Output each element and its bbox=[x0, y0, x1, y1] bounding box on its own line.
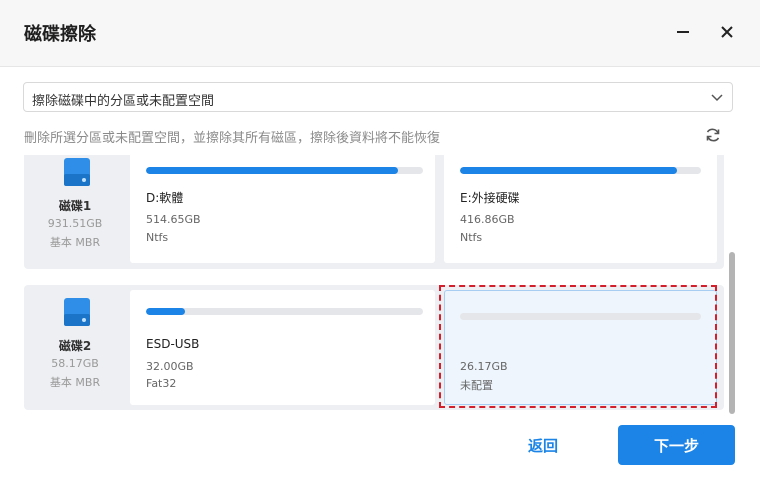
disk-name: 磁碟1 bbox=[58, 199, 92, 213]
minimize-button[interactable] bbox=[669, 18, 697, 46]
partition-fs: Fat32 bbox=[146, 377, 177, 390]
usage-fill bbox=[460, 167, 677, 174]
unallocated-card-selected[interactable]: 26.17GB 未配置 bbox=[444, 290, 717, 405]
usage-bar bbox=[460, 167, 701, 174]
chevron-down-icon bbox=[711, 94, 723, 102]
disk-row-2: 磁碟2 58.17GB 基本 MBR ESD-USB 32.00GB Fat32… bbox=[24, 285, 724, 410]
scrollbar-thumb[interactable] bbox=[729, 252, 735, 414]
wipe-mode-select[interactable]: 擦除磁碟中的分區或未配置空間 bbox=[23, 82, 733, 112]
disk-size: 931.51GB bbox=[47, 217, 103, 230]
partition-label: ESD-USB bbox=[146, 337, 200, 351]
usage-bar bbox=[146, 308, 423, 315]
disk-type: 基本 MBR bbox=[49, 376, 101, 389]
disk-row-1: 磁碟1 931.51GB 基本 MBR D:軟體 514.65GB Ntfs E… bbox=[24, 155, 724, 269]
partition-size: 416.86GB bbox=[460, 213, 515, 226]
disk-info: 磁碟1 931.51GB 基本 MBR bbox=[24, 155, 126, 269]
usage-bar bbox=[460, 313, 701, 320]
usage-fill bbox=[146, 308, 185, 315]
back-button[interactable]: 返回 bbox=[503, 427, 583, 463]
disk-size: 58.17GB bbox=[51, 357, 99, 370]
wipe-mode-value: 擦除磁碟中的分區或未配置空間 bbox=[32, 94, 215, 109]
next-button[interactable]: 下一步 bbox=[618, 425, 735, 465]
partition-label: D:軟體 bbox=[146, 191, 184, 205]
partition-size: 32.00GB bbox=[146, 360, 194, 373]
partition-fs: Ntfs bbox=[460, 231, 483, 244]
partition-card[interactable]: D:軟體 514.65GB Ntfs bbox=[130, 155, 435, 263]
close-icon bbox=[721, 26, 733, 38]
disk-info: 磁碟2 58.17GB 基本 MBR bbox=[24, 285, 126, 410]
partition-card[interactable]: ESD-USB 32.00GB Fat32 bbox=[130, 290, 435, 405]
partition-fs: 未配置 bbox=[460, 379, 493, 392]
disk-name: 磁碟2 bbox=[58, 339, 92, 353]
partition-fs: Ntfs bbox=[146, 231, 169, 244]
disk-list: 磁碟1 931.51GB 基本 MBR D:軟體 514.65GB Ntfs E… bbox=[24, 155, 724, 415]
disk-type: 基本 MBR bbox=[49, 236, 101, 249]
minimize-icon bbox=[677, 31, 689, 33]
disk-icon bbox=[64, 158, 90, 186]
partition-card[interactable]: E:外接硬碟 416.86GB Ntfs bbox=[444, 155, 717, 263]
title-bar: 磁碟擦除 bbox=[0, 0, 760, 66]
refresh-icon[interactable] bbox=[704, 126, 722, 144]
close-button[interactable] bbox=[713, 18, 741, 46]
partition-size: 514.65GB bbox=[146, 213, 201, 226]
partition-label: E:外接硬碟 bbox=[460, 191, 520, 205]
usage-bar bbox=[146, 167, 423, 174]
usage-fill bbox=[146, 167, 399, 174]
title-separator bbox=[0, 66, 760, 67]
description-text: 刪除所選分區或未配置空間，並擦除其所有磁區，擦除後資料將不能恢復 bbox=[24, 131, 441, 146]
window-title: 磁碟擦除 bbox=[24, 24, 96, 45]
usb-disk-icon bbox=[64, 298, 90, 326]
partition-size: 26.17GB bbox=[460, 360, 508, 373]
